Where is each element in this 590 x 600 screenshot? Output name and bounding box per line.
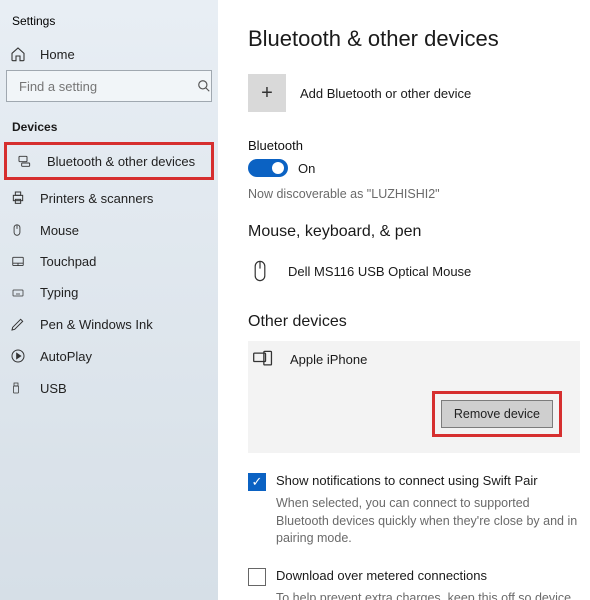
device-row-iphone[interactable]: Apple iPhone: [248, 341, 580, 377]
nav-home[interactable]: Home: [0, 38, 218, 70]
swift-pair-checkbox[interactable]: ✓: [248, 473, 266, 491]
sidebar-item-touchpad[interactable]: Touchpad: [0, 246, 218, 277]
sidebar-item-label: Touchpad: [40, 254, 96, 269]
sidebar-item-mouse[interactable]: Mouse: [0, 214, 218, 246]
printer-icon: [10, 190, 28, 206]
search-input-wrap[interactable]: [6, 70, 212, 102]
sidebar: Settings Home Devices Bluetooth & other …: [0, 0, 218, 600]
app-title: Settings: [0, 8, 218, 38]
usb-icon: [10, 380, 28, 396]
add-device-label: Add Bluetooth or other device: [300, 86, 471, 101]
home-icon: [10, 46, 28, 62]
sidebar-item-label: Printers & scanners: [40, 191, 153, 206]
remove-device-button[interactable]: Remove device: [441, 400, 553, 428]
sidebar-item-usb[interactable]: USB: [0, 372, 218, 404]
swift-pair-label: Show notifications to connect using Swif…: [276, 473, 538, 488]
sidebar-item-label: Pen & Windows Ink: [40, 317, 153, 332]
other-section-title: Other devices: [248, 313, 582, 331]
page-title: Bluetooth & other devices: [248, 26, 582, 52]
mouse-section-title: Mouse, keyboard, & pen: [248, 223, 582, 241]
keyboard-icon: [10, 287, 28, 299]
device-row-mouse[interactable]: Dell MS116 USB Optical Mouse: [248, 251, 582, 291]
bluetooth-devices-icon: [17, 153, 35, 169]
device-name: Apple iPhone: [290, 352, 367, 367]
sidebar-item-label: USB: [40, 381, 67, 396]
metered-desc: To help prevent extra charges, keep this…: [276, 590, 582, 600]
discoverable-text: Now discoverable as "LUZHISHI2": [248, 187, 582, 201]
metered-label: Download over metered connections: [276, 568, 487, 583]
sidebar-item-label: Typing: [40, 285, 78, 300]
swift-pair-desc: When selected, you can connect to suppor…: [276, 495, 582, 548]
bluetooth-state: On: [298, 161, 315, 176]
plus-icon: +: [248, 74, 286, 112]
phone-icon: [252, 349, 276, 369]
mouse-icon: [10, 222, 28, 238]
other-device-panel: Apple iPhone Remove device: [248, 341, 580, 453]
main-panel: Bluetooth & other devices + Add Bluetoot…: [218, 0, 590, 600]
metered-checkbox[interactable]: [248, 568, 266, 586]
search-input[interactable]: [17, 78, 197, 95]
sidebar-item-label: Mouse: [40, 223, 79, 238]
mouse-device-icon: [250, 259, 274, 283]
sidebar-item-label: Bluetooth & other devices: [47, 154, 195, 169]
sidebar-item-typing[interactable]: Typing: [0, 277, 218, 308]
bluetooth-label: Bluetooth: [248, 138, 582, 153]
sidebar-item-printers[interactable]: Printers & scanners: [0, 182, 218, 214]
sidebar-item-label: AutoPlay: [40, 349, 92, 364]
pen-icon: [10, 316, 28, 332]
sidebar-item-pen[interactable]: Pen & Windows Ink: [0, 308, 218, 340]
sidebar-section-label: Devices: [0, 114, 218, 140]
add-device-button[interactable]: + Add Bluetooth or other device: [248, 74, 582, 112]
device-name: Dell MS116 USB Optical Mouse: [288, 264, 471, 279]
touchpad-icon: [10, 255, 28, 269]
nav-home-label: Home: [40, 47, 75, 62]
bluetooth-toggle[interactable]: [248, 159, 288, 177]
sidebar-item-bluetooth[interactable]: Bluetooth & other devices: [4, 142, 214, 180]
sidebar-item-autoplay[interactable]: AutoPlay: [0, 340, 218, 372]
autoplay-icon: [10, 348, 28, 364]
search-icon: [197, 79, 211, 93]
